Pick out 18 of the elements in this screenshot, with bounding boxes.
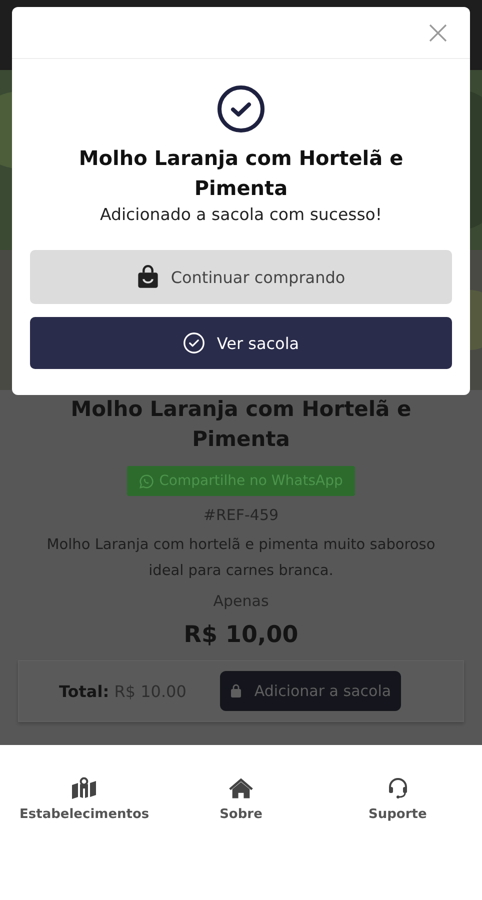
home-icon: [228, 777, 254, 799]
product-title: Molho Laranja com Hortelã e Pimenta: [70, 396, 412, 453]
bag-icon: [230, 684, 242, 698]
map-pin-icon: [71, 777, 98, 799]
close-icon[interactable]: [428, 22, 448, 42]
view-bag-button[interactable]: Ver sacola: [30, 317, 452, 369]
nav-item[interactable]: Estabelecimentos: [9, 777, 160, 822]
nav-item[interactable]: Suporte: [322, 777, 473, 822]
dialog-title: Molho Laranja com Hortelã e Pimenta: [78, 145, 404, 202]
bag-icon: [136, 265, 159, 289]
check-circle-icon: [217, 85, 265, 133]
nav-item[interactable]: Sobre: [166, 777, 316, 822]
product-description: Molho Laranja com hortelã e pimenta muito saboroso ideal para carnes branca.: [46, 536, 436, 581]
success-message: Adicionado a sacola com sucesso!: [100, 205, 382, 224]
product-price: R$ 10,00: [184, 622, 298, 648]
whatsapp-icon: [139, 474, 154, 488]
check-circle-icon: [182, 331, 205, 355]
continue-shopping-button[interactable]: Continuar comprando: [30, 250, 452, 304]
